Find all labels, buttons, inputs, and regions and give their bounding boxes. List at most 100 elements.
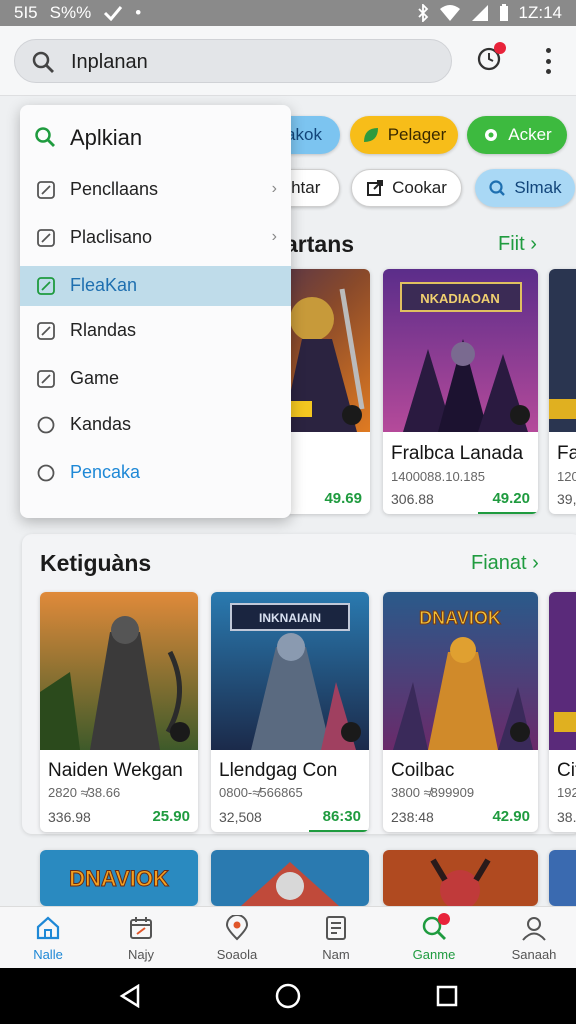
game-meta: 32,508: [219, 809, 262, 825]
sparkle-badge-icon: [510, 405, 530, 425]
game-card[interactable]: [211, 850, 369, 906]
status-extra-text: S%%: [49, 3, 92, 22]
status-time-left: 5I5: [14, 3, 38, 22]
search-input[interactable]: Inplanan: [14, 39, 452, 83]
menu-item-label: Pencaka: [70, 462, 141, 482]
home-circle-icon[interactable]: [275, 983, 301, 1009]
artwork-title-text: INKNAIAIN: [259, 611, 321, 625]
game-id: 1400088.10.185: [391, 469, 485, 484]
nav-item-search[interactable]: Ganme: [386, 907, 482, 969]
signal-icon: [471, 5, 488, 21]
section-title: Ketiguàns: [40, 550, 152, 576]
more-dot-icon: [545, 58, 551, 64]
radio-icon: [37, 416, 55, 434]
nav-label: Nam: [322, 947, 350, 962]
game-id: 3800 ≉899909: [391, 785, 475, 800]
chip-label: Acker: [508, 125, 552, 144]
bottom-navigation: Nalle Najy Soaola Nam Ganme Sanaah: [0, 906, 576, 968]
game-price: 25.90: [152, 808, 190, 825]
section-see-all-link[interactable]: Fiit ›: [498, 233, 537, 256]
external-link-icon: [367, 180, 384, 196]
game-card[interactable]: Cit 192 38.: [549, 592, 576, 832]
dropdown-search[interactable]: Aplkian: [20, 105, 291, 169]
game-artwork: DNAVIOK: [40, 850, 198, 906]
game-card[interactable]: Naiden Wekgan 2820 ≉38.66 336.98 25.90: [40, 592, 198, 832]
search-query: Inplanan: [71, 51, 148, 73]
document-icon: [326, 916, 346, 940]
sparkle-badge-icon: [342, 405, 362, 425]
menu-item-label: Placlisano: [70, 227, 153, 247]
recents-icon[interactable]: [436, 985, 458, 1007]
section-see-all-link[interactable]: Fianat ›: [471, 552, 539, 575]
home-icon: [36, 916, 60, 940]
battery-icon: [499, 4, 508, 21]
see-all-label: Fiit: [498, 233, 525, 255]
game-card[interactable]: [383, 850, 538, 906]
game-card[interactable]: [549, 850, 576, 906]
game-title: Fa: [557, 443, 576, 464]
status-bar: 5I5 S%% • 1Z:14: [0, 0, 576, 26]
chip-slmak[interactable]: Slmak: [475, 169, 575, 207]
chip-cookar[interactable]: Cookar: [351, 169, 462, 207]
menu-item[interactable]: Game: [20, 359, 291, 399]
game-id: 192: [557, 785, 576, 800]
more-dot-icon: [545, 69, 551, 74]
search-icon: [32, 51, 54, 73]
game-price: 86:30: [322, 808, 361, 825]
game-card[interactable]: DNAVIOK: [40, 850, 198, 906]
nav-label: Sanaah: [511, 947, 557, 962]
top-app-bar: Inplanan: [0, 26, 576, 96]
game-card[interactable]: Fa 120 39,: [549, 269, 576, 514]
game-card[interactable]: INKNAIAIN Llendgag Con 0800-≉566865 32,5…: [211, 592, 369, 832]
price-underline: [309, 830, 369, 832]
chip-label: Cookar: [392, 178, 447, 197]
game-id: 120: [557, 469, 576, 484]
artwork-title-text: DNAVIOK: [69, 866, 169, 891]
game-card[interactable]: DNAVIOK Coilbac 3800 ≉899909 238:48 42.9…: [383, 592, 538, 832]
leaf-icon: [363, 128, 378, 142]
nav-label: Najy: [127, 947, 154, 962]
nav-item-profile[interactable]: Sanaah: [486, 907, 576, 969]
chevron-right-icon: ›: [530, 233, 537, 255]
nav-item-location[interactable]: Soaola: [189, 907, 285, 969]
calendar-icon: [130, 917, 152, 939]
dropdown-menu: Aplkian Pencllaans › Placlisano › FleaKa…: [20, 105, 291, 518]
notifications-button[interactable]: [476, 42, 506, 72]
edit-icon: [37, 370, 55, 388]
menu-item[interactable]: Placlisano ›: [20, 218, 291, 258]
gear-icon: [485, 129, 498, 141]
nav-item-calendar[interactable]: Najy: [93, 907, 189, 969]
nav-item-document[interactable]: Nam: [288, 907, 384, 969]
nav-item-home[interactable]: Nalle: [0, 907, 96, 969]
menu-item-label: Kandas: [70, 414, 132, 434]
nav-label: Ganme: [412, 947, 456, 962]
menu-item[interactable]: Pencllaans ›: [20, 170, 291, 210]
game-title: Coilbac: [391, 760, 455, 781]
game-card[interactable]: NKADIAOAN Fralbca Lanada 1400088.10.185 …: [383, 269, 538, 514]
back-icon[interactable]: [118, 984, 142, 1008]
chip-acker[interactable]: Acker: [467, 116, 567, 154]
game-title: Llendgag Con: [219, 760, 338, 781]
chip-pelager[interactable]: Pelager: [350, 116, 458, 154]
edit-icon: [37, 277, 55, 295]
menu-item[interactable]: Pencaka: [20, 453, 291, 493]
game-artwork: [549, 850, 576, 906]
chevron-right-icon: ›: [271, 228, 277, 245]
more-options-button[interactable]: [540, 48, 556, 74]
edit-icon: [37, 322, 55, 340]
menu-item-selected[interactable]: FleaKan: [20, 266, 291, 306]
menu-item[interactable]: Rlandas: [20, 311, 291, 351]
menu-item-label: Pencllaans: [70, 179, 159, 199]
game-meta: 238:48: [391, 809, 434, 825]
system-navigation-bar: [0, 968, 576, 1024]
dot-icon: •: [135, 3, 142, 22]
menu-item-label: FleaKan: [70, 275, 138, 295]
game-meta: 306.88: [391, 491, 434, 507]
game-id: 0800-≉566865: [219, 785, 303, 800]
menu-item[interactable]: Kandas: [20, 405, 291, 445]
chip-label: akok: [286, 125, 322, 144]
game-artwork: [549, 269, 576, 432]
bluetooth-icon: [417, 4, 428, 22]
nav-badge: [438, 913, 450, 925]
game-artwork: [211, 850, 369, 906]
